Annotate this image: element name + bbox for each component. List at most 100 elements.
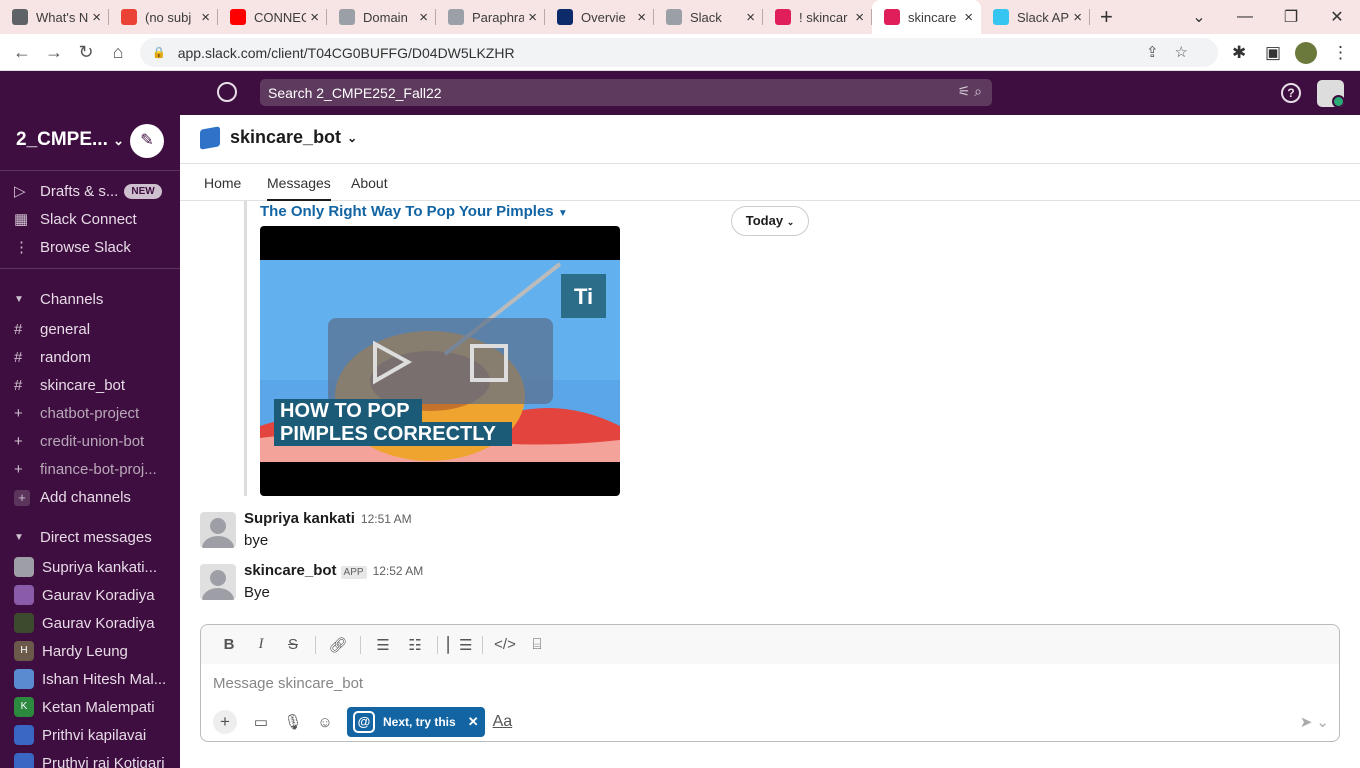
share-star-icons[interactable]: ⇪☆ [1146,43,1204,61]
tab-close-icon[interactable]: × [746,9,755,26]
sidebar-item[interactable]: ▷ Drafts & s... NEW [0,177,180,205]
compose-button[interactable]: ✎ [130,124,164,158]
tab-favicon-icon [339,9,355,25]
dm-section-header[interactable]: ▼ Direct messages [0,523,180,551]
mention-hint-button[interactable]: @ Next, try this ✕ [347,707,485,737]
microphone-icon[interactable]: 🎙︎ [277,713,309,731]
tab-home[interactable]: Home [204,175,241,191]
sidebar-dm[interactable]: Supriya kankati... [0,553,180,581]
channel-header[interactable]: skincare_bot ⌄ [200,125,357,150]
sidebar-dm[interactable]: Ishan Hitesh Mal... [0,665,180,693]
message-input[interactable]: Message skincare_bot [213,675,363,692]
sidebar-channel[interactable]: # random [0,343,180,371]
emoji-icon[interactable]: ☺ [309,714,341,731]
send-icon[interactable]: ➤ ⌄ [1300,713,1329,731]
sidebar-item[interactable]: ⋮ Browse Slack [0,233,180,261]
browser-tab[interactable]: What's N × [0,0,109,34]
sidebar-dm[interactable]: Gaurav Koradiya [0,581,180,609]
ordered-list-icon[interactable]: ☰ [367,636,399,654]
sidebar-channel[interactable]: # skincare_bot [0,371,180,399]
search-filter-icon[interactable]: ⚟ ⌕ [958,83,982,100]
sidebar-channel[interactable]: + finance-bot-proj... [0,455,180,483]
tab-title: Slack [690,9,722,25]
message-time[interactable]: 12:51 AM [361,512,412,526]
home-icon[interactable]: ⌂ [102,42,134,63]
tab-about[interactable]: About [351,175,388,191]
tab-close-icon[interactable]: × [1073,9,1082,26]
new-tab-button[interactable]: + [1100,4,1113,30]
tab-close-icon[interactable]: × [528,9,537,26]
link-icon[interactable]: 🔗︎ [322,636,354,654]
tab-close-icon[interactable]: × [92,9,101,26]
browser-tab[interactable]: Slack × [654,0,763,34]
extensions-icon[interactable]: ✱ [1232,34,1246,71]
bold-icon[interactable]: B [213,636,245,653]
tab-close-icon[interactable]: × [964,9,973,26]
browser-tab[interactable]: Slack AP × [981,0,1090,34]
tab-search-icon[interactable]: ⌄ [1176,7,1222,27]
browser-tab[interactable]: skincare × [872,0,981,34]
code-icon[interactable]: </> [489,636,521,653]
message-author[interactable]: skincare_bot APP 12:52 AM [244,562,423,579]
reload-icon[interactable]: ↻ [70,42,102,63]
tab-messages[interactable]: Messages [267,175,331,201]
search-bar[interactable]: Search 2_CMPE252_Fall22 ⚟ ⌕ [260,79,992,106]
tab-close-icon[interactable]: × [419,9,428,26]
browser-tab[interactable]: Paraphra × [436,0,545,34]
restore-button[interactable]: ❐ [1268,7,1314,27]
sidebar-dm[interactable]: Gaurav Koradiya [0,609,180,637]
browser-tab[interactable]: Overvie × [545,0,654,34]
add-channels-button[interactable]: + Add channels [0,483,180,511]
tab-close-icon[interactable]: × [310,9,319,26]
video-thumbnail[interactable]: Ti HOW TO POP PIMPLES CORRECTLY [260,226,620,496]
history-icon[interactable] [217,82,237,102]
message-avatar[interactable] [200,564,236,600]
tab-title: (no subj [145,9,192,25]
date-divider-button[interactable]: Today ⌄ [731,206,809,236]
text-format-toggle[interactable]: Aa [493,713,513,731]
attach-plus-icon[interactable]: + [213,710,237,734]
sidebar-dm[interactable]: K Ketan Malempati [0,693,180,721]
section-header-label: Direct messages [40,528,152,546]
close-icon[interactable]: ✕ [468,714,479,730]
strikethrough-icon[interactable]: S [277,636,309,653]
browser-tab[interactable]: ! skincar × [763,0,872,34]
channel-label: credit-union-bot [40,432,145,450]
tab-close-icon[interactable]: × [637,9,646,26]
help-icon[interactable]: ? [1281,83,1301,103]
blockquote-icon[interactable]: ▏☰ [444,636,476,654]
minimize-button[interactable]: — [1222,8,1268,26]
divider [0,170,180,171]
message-avatar[interactable] [200,512,236,548]
sidebar-dm[interactable]: H Hardy Leung [0,637,180,665]
url-field[interactable]: 🔒 app.slack.com/client/T04CG0BUFFG/D04DW… [140,38,1218,67]
close-window-button[interactable]: ✕ [1314,7,1360,27]
browser-tab[interactable]: (no subj × [109,0,218,34]
message-author[interactable]: Supriya kankati 12:51 AM [244,510,412,527]
new-badge: NEW [124,183,162,199]
message-time[interactable]: 12:52 AM [373,564,424,578]
italic-icon[interactable]: I [245,636,277,653]
sidebar-channel[interactable]: + credit-union-bot [0,427,180,455]
bullet-list-icon[interactable]: ☷ [399,636,431,654]
user-avatar[interactable] [1317,80,1344,107]
sidebar-dm[interactable]: Prithvi kapilavai [0,721,180,749]
tab-close-icon[interactable]: × [201,9,210,26]
sidebar-dm[interactable]: Pruthvi raj Kotigari [0,749,180,768]
code-block-icon[interactable]: ⌸ [521,636,553,653]
video-clip-icon[interactable]: ▭ [245,713,277,731]
browser-tab[interactable]: CONNEC × [218,0,327,34]
back-icon[interactable]: ← [6,42,38,63]
sidebar-item[interactable]: ▦ Slack Connect [0,205,180,233]
channels-section-header[interactable]: ▼ Channels [0,285,180,313]
workspace-name[interactable]: 2_CMPE... ⌄ [16,129,124,151]
video-title-link[interactable]: The Only Right Way To Pop Your Pimples ▼ [260,203,568,220]
sidebar-channel[interactable]: + chatbot-project [0,399,180,427]
forward-icon[interactable]: → [38,42,70,63]
sidepanel-icon[interactable]: ▣ [1265,34,1281,71]
sidebar-channel[interactable]: # general [0,315,180,343]
profile-avatar[interactable] [1295,34,1317,71]
browser-menu-icon[interactable]: ⋮ [1332,34,1349,71]
browser-tab[interactable]: Domain × [327,0,436,34]
tab-close-icon[interactable]: × [855,9,864,26]
